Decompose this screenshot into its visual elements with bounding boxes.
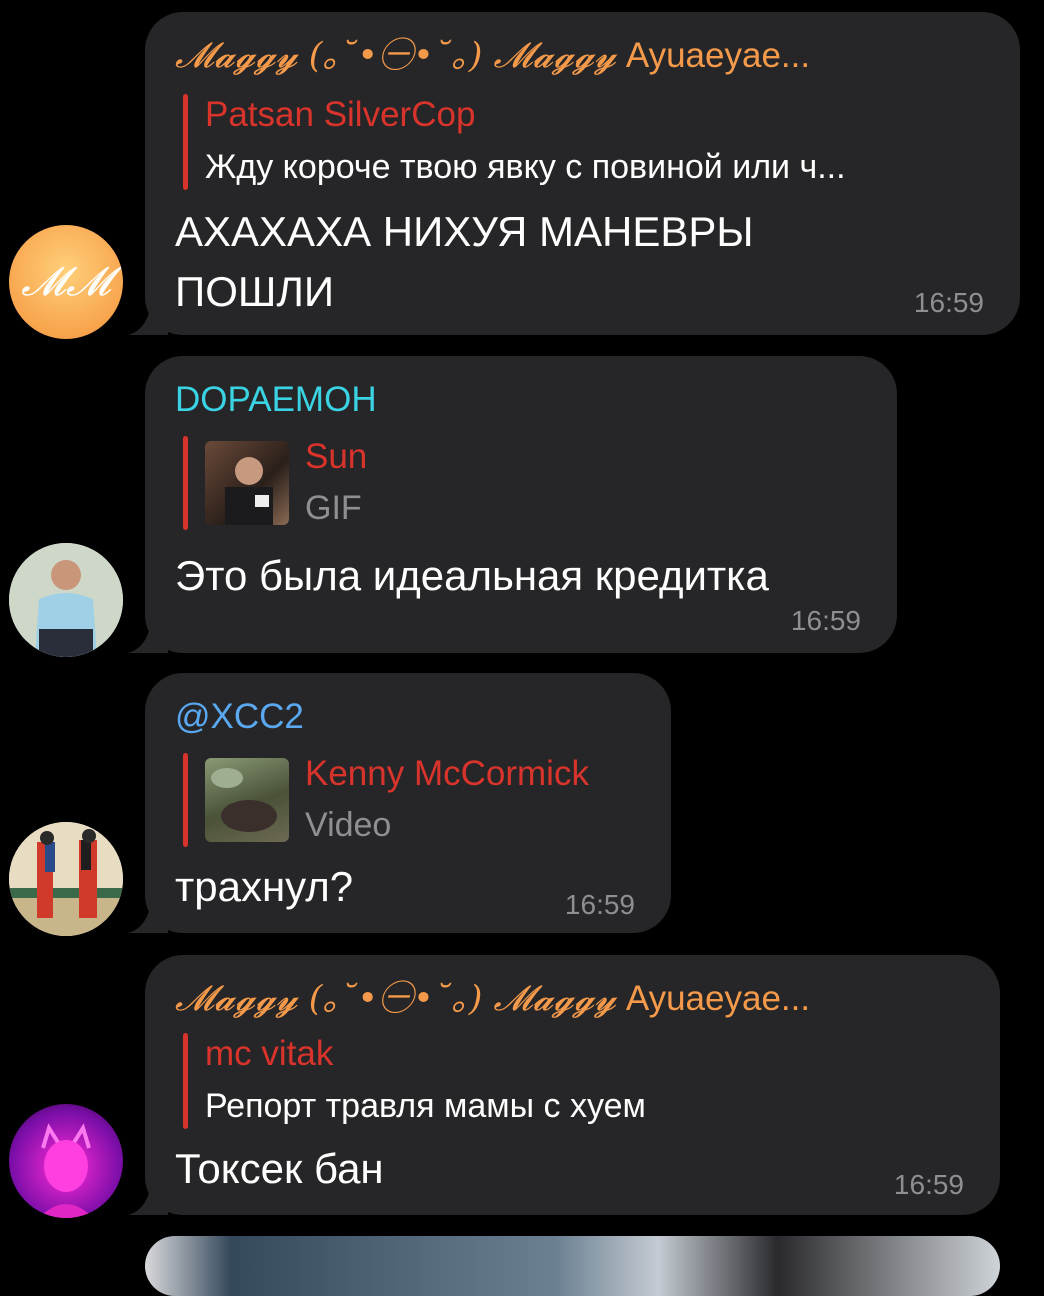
reply-preview[interactable]: Kenny McCormick Video	[175, 749, 643, 851]
sender-name[interactable]: @XCC2	[175, 695, 643, 739]
sender-suffix: Ayuaeyae...	[616, 36, 811, 75]
reply-type: Video	[305, 806, 392, 844]
message-text: Это была идеальная кредитка	[175, 552, 769, 599]
avatar[interactable]	[9, 1104, 123, 1218]
reply-bar	[183, 753, 188, 847]
reply-preview[interactable]: mc vitak Репорт травля мамы с хуем	[175, 1029, 972, 1133]
avatar[interactable]: 𝓜𝓜	[9, 225, 123, 339]
reply-author: Kenny McCormick	[305, 754, 589, 793]
reply-text: Жду короче твою явку с повиной или ч...	[205, 148, 846, 186]
message-text: Токсек бан	[175, 1145, 384, 1192]
avatar[interactable]	[9, 822, 123, 936]
message-time: 16:59	[564, 889, 635, 920]
bubble-tail	[128, 613, 168, 653]
reply-preview[interactable]: Patsan SilverCop Жду короче твою явку с …	[175, 90, 992, 194]
reply-thumbnail	[205, 758, 289, 842]
reply-bar	[183, 94, 188, 190]
reply-type: GIF	[305, 489, 362, 527]
reply-bar	[183, 1033, 188, 1129]
sender-name[interactable]: 𝓜𝓪𝓰𝓰𝔂 (｡˘•㊀•˘｡) 𝓜𝓪𝓰𝓰𝔂 Ayuaeyae...	[175, 34, 992, 78]
avatar[interactable]	[9, 543, 123, 657]
reply-text: Репорт травля мамы с хуем	[205, 1087, 646, 1125]
sender-name[interactable]: DOPAEMOH	[175, 378, 869, 422]
reply-thumbnail	[205, 441, 289, 525]
avatar-initials: 𝓜𝓜	[21, 259, 111, 305]
reply-bar	[183, 436, 188, 530]
message-text: АХАХАХА НИХУЯ МАНЕВРЫ ПОШЛИ	[175, 208, 754, 315]
message-bubble[interactable]: @XCC2 Kenny McCormick Video трахнул? 16:…	[145, 673, 671, 933]
reply-preview[interactable]: Sun GIF	[175, 432, 869, 534]
reply-author: Sun	[305, 437, 368, 476]
next-message-media-preview[interactable]	[145, 1236, 1000, 1296]
message-bubble[interactable]: 𝓜𝓪𝓰𝓰𝔂 (｡˘•㊀•˘｡) 𝓜𝓪𝓰𝓰𝔂 Ayuaeyae... Patsan…	[145, 12, 1020, 335]
bubble-tail	[128, 1175, 168, 1215]
reply-author: Patsan SilverCop	[205, 95, 476, 134]
reply-author: mc vitak	[205, 1034, 334, 1073]
message-bubble[interactable]: 𝓜𝓪𝓰𝓰𝔂 (｡˘•㊀•˘｡) 𝓜𝓪𝓰𝓰𝔂 Ayuaeyae... mc vit…	[145, 955, 1000, 1215]
message-time: 16:59	[893, 1169, 964, 1200]
bubble-tail	[128, 295, 168, 335]
message-time: 16:59	[790, 605, 861, 636]
message-bubble[interactable]: DOPAEMOH Sun GIF Это была идеальная кред…	[145, 356, 897, 653]
message-time: 16:59	[913, 287, 984, 318]
bubble-tail	[128, 893, 168, 933]
sender-suffix: Ayuaeyae...	[616, 979, 811, 1018]
sender-name[interactable]: 𝓜𝓪𝓰𝓰𝔂 (｡˘•㊀•˘｡) 𝓜𝓪𝓰𝓰𝔂 Ayuaeyae...	[175, 977, 972, 1021]
